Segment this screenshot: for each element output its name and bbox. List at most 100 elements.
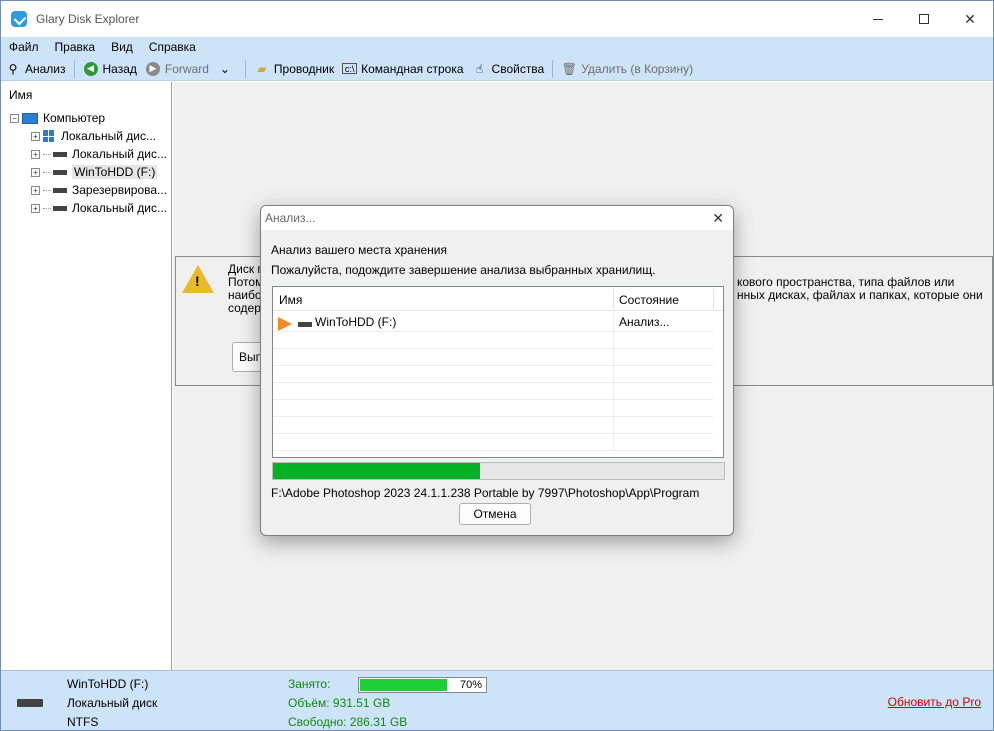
row-divider bbox=[613, 332, 614, 348]
row-divider bbox=[613, 366, 614, 382]
delete-button[interactable]: 🗑 Удалить (в Корзину) bbox=[557, 58, 697, 80]
free-text: Свободно: 286.31 GB bbox=[288, 715, 408, 729]
dialog-title: Анализ... bbox=[261, 206, 733, 230]
tree-item-drive-selected[interactable]: + WinToHDD (F:) bbox=[31, 163, 158, 181]
column-header-status[interactable]: Состояние bbox=[619, 293, 679, 307]
expand-icon[interactable]: + bbox=[31, 203, 40, 213]
close-icon: ✕ bbox=[964, 10, 976, 27]
tree-item-computer[interactable]: − Компьютер bbox=[10, 109, 105, 127]
tree-item-label: Локальный дис... bbox=[72, 147, 167, 161]
menu-help[interactable]: Справка bbox=[141, 37, 204, 57]
drive-icon bbox=[53, 169, 67, 175]
folder-tree-panel: Имя − Компьютер + Локальный дис... + Лок… bbox=[1, 82, 172, 670]
dialog-close-icon[interactable]: ✕ bbox=[712, 210, 724, 227]
menu-file[interactable]: Файл bbox=[1, 37, 47, 57]
volume-text: Объём: 931.51 GB bbox=[288, 696, 391, 710]
app-window: Glary Disk Explorer ✕ Файл Правка Вид Сп… bbox=[0, 0, 994, 731]
toolbar-separator bbox=[244, 59, 246, 78]
menu-bar: Файл Правка Вид Справка bbox=[1, 37, 993, 57]
delete-label: Удалить (в Корзину) bbox=[581, 61, 694, 76]
expand-icon[interactable]: + bbox=[31, 149, 40, 159]
column-header-name[interactable]: Имя bbox=[279, 293, 302, 307]
history-dropdown-button[interactable]: ⌄ bbox=[213, 58, 241, 80]
arrow-right-icon bbox=[278, 317, 292, 331]
hand-pointer-icon: ☝ bbox=[475, 61, 484, 76]
tree-connector bbox=[43, 189, 51, 191]
tree-connector bbox=[43, 207, 51, 209]
drive-icon bbox=[53, 151, 67, 157]
back-button[interactable]: ◀ Назад bbox=[79, 58, 141, 80]
tree-item-label: Компьютер bbox=[43, 111, 106, 125]
toolbar-separator bbox=[73, 59, 75, 78]
minimize-button[interactable] bbox=[855, 1, 901, 37]
computer-icon bbox=[22, 112, 38, 124]
expand-icon[interactable]: + bbox=[31, 167, 40, 177]
tree-item-drive[interactable]: + Локальный дис... bbox=[31, 199, 167, 217]
expand-icon[interactable]: + bbox=[31, 131, 40, 141]
back-label: Назад bbox=[102, 61, 137, 76]
properties-label: Свойства bbox=[491, 61, 545, 76]
toolbar: ⚲ Анализ ◀ Назад ▶ Forward ⌄ ▰ Проводник… bbox=[1, 57, 993, 81]
list-row-empty bbox=[273, 366, 713, 383]
upgrade-pro-link[interactable]: Обновить до Pro bbox=[888, 695, 981, 709]
collapse-icon[interactable]: − bbox=[10, 113, 19, 123]
command-line-label: Командная строка bbox=[361, 61, 464, 76]
drive-icon bbox=[17, 699, 43, 707]
close-button[interactable]: ✕ bbox=[947, 1, 993, 37]
chevron-down-icon: ⌄ bbox=[219, 61, 230, 76]
drive-icon bbox=[298, 322, 312, 327]
trash-icon: 🗑 bbox=[561, 61, 577, 76]
tree-item-label: Зарезервирова... bbox=[72, 183, 168, 197]
usage-percent: 70% bbox=[459, 679, 482, 691]
dialog-subheading: Пожалуйста, подождите завершение анализа… bbox=[271, 263, 656, 277]
list-header: Имя Состояние bbox=[273, 287, 723, 311]
list-row-empty bbox=[273, 383, 713, 400]
status-bar: WinToHDD (F:) Локальный диск NTFS Занято… bbox=[1, 670, 993, 730]
list-row-empty bbox=[273, 417, 713, 434]
drive-status-list: Имя Состояние WinToHDD (F:) Анализ... bbox=[272, 286, 724, 458]
minimize-icon bbox=[873, 18, 883, 20]
tree-item-label: Локальный дис... bbox=[72, 201, 167, 215]
row-divider bbox=[613, 400, 614, 416]
explorer-button[interactable]: ▰ Проводник bbox=[250, 58, 338, 80]
drive-info: WinToHDD (F:) Локальный диск NTFS bbox=[67, 675, 157, 730]
tree-item-drive[interactable]: + Локальный дис... bbox=[31, 145, 167, 163]
forward-button[interactable]: ▶ Forward bbox=[141, 58, 213, 80]
app-logo-icon bbox=[11, 11, 27, 27]
tree-connector bbox=[43, 171, 51, 173]
menu-view[interactable]: Вид bbox=[103, 37, 141, 57]
properties-button[interactable]: ☝ Свойства bbox=[468, 58, 549, 80]
column-divider[interactable] bbox=[713, 289, 714, 309]
tree-item-drive[interactable]: + Локальный дис... bbox=[31, 127, 156, 145]
maximize-button[interactable] bbox=[901, 1, 947, 37]
usage-progress-bar: 70% bbox=[358, 677, 487, 693]
analyze-button[interactable]: ⚲ Анализ bbox=[1, 58, 70, 80]
drive-icon bbox=[53, 187, 67, 193]
cancel-button[interactable]: Отмена bbox=[459, 503, 531, 525]
list-row-empty bbox=[273, 349, 713, 366]
list-item[interactable]: WinToHDD (F:) Анализ... bbox=[273, 312, 713, 332]
list-row-empty bbox=[273, 400, 713, 417]
maximize-icon bbox=[919, 14, 929, 24]
tree-item-label: WinToHDD (F:) bbox=[72, 165, 158, 179]
tree-item-drive[interactable]: + Зарезервирова... bbox=[31, 181, 167, 199]
command-line-button[interactable]: c:\ Командная строка bbox=[338, 58, 467, 80]
list-row-empty bbox=[273, 332, 713, 349]
row-divider bbox=[613, 312, 614, 331]
search-icon: ⚲ bbox=[8, 61, 18, 76]
folder-icon: ▰ bbox=[257, 61, 267, 76]
expand-icon[interactable]: + bbox=[31, 185, 40, 195]
menu-edit[interactable]: Правка bbox=[47, 37, 104, 57]
row-name: WinToHDD (F:) bbox=[315, 315, 397, 329]
column-divider[interactable] bbox=[613, 289, 614, 309]
back-arrow-icon: ◀ bbox=[83, 61, 99, 77]
file-system: NTFS bbox=[67, 715, 99, 729]
row-status: Анализ... bbox=[619, 315, 670, 329]
row-divider bbox=[613, 383, 614, 399]
title-bar: Glary Disk Explorer ✕ bbox=[1, 1, 993, 37]
current-path: F:\Adobe Photoshop 2023 24.1.1.238 Porta… bbox=[271, 486, 700, 500]
tree-connector bbox=[43, 153, 51, 155]
window-controls: ✕ bbox=[855, 1, 993, 37]
dialog-heading: Анализ вашего места хранения bbox=[271, 243, 447, 257]
tree-column-header[interactable]: Имя bbox=[1, 82, 171, 108]
